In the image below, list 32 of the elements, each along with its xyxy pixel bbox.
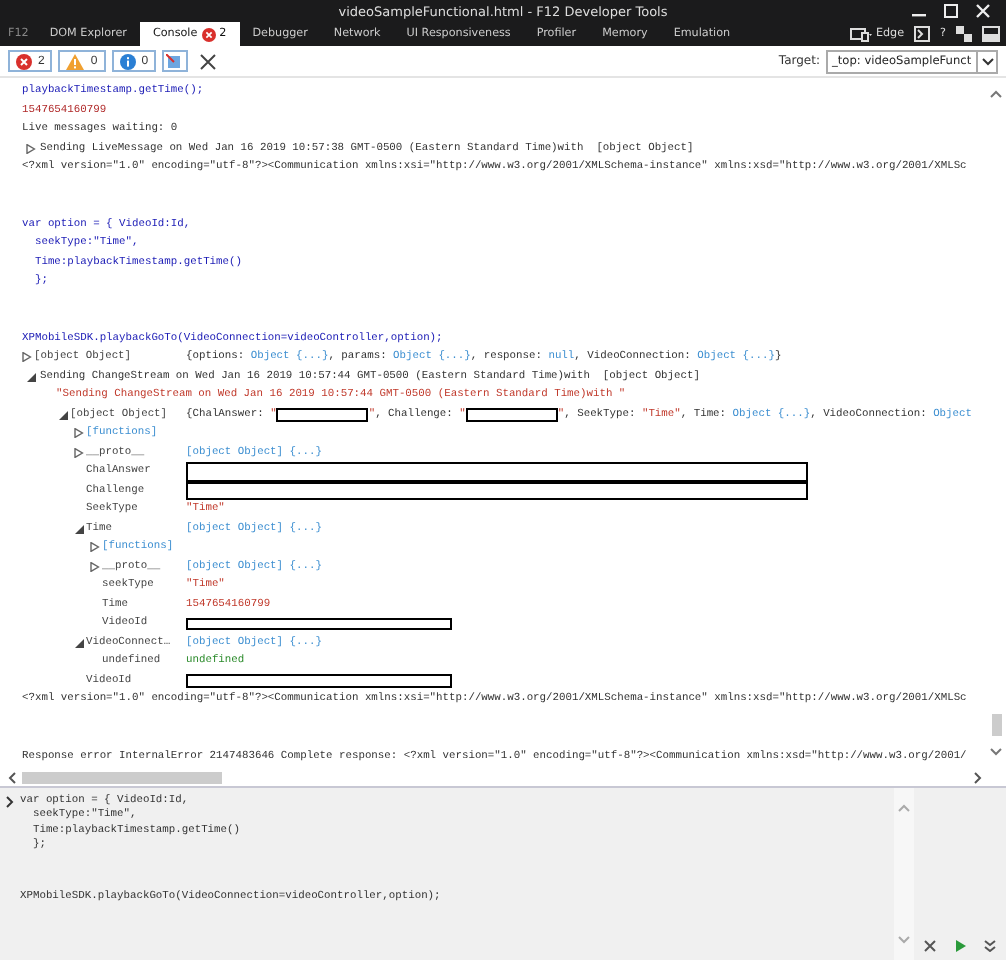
error-icon: [16, 53, 32, 69]
prompt-icon: [6, 796, 14, 808]
scroll-left-icon[interactable]: [8, 771, 16, 783]
expanded-arrow-icon[interactable]: [74, 523, 84, 534]
info-icon: [119, 53, 136, 69]
expanded-arrow-icon[interactable]: [26, 371, 36, 382]
collapsed-arrow-icon[interactable]: [26, 143, 36, 154]
scrollbar-thumb[interactable]: [991, 714, 1001, 736]
collapsed-arrow-icon[interactable]: [90, 561, 100, 572]
run-icon[interactable]: [953, 940, 966, 952]
scroll-right-icon[interactable]: [974, 771, 982, 783]
scrollbar-thumb[interactable]: [22, 771, 222, 783]
warning-icon: [66, 53, 85, 69]
clear-input-icon[interactable]: [923, 940, 936, 952]
collapsed-arrow-icon[interactable]: [74, 447, 84, 458]
console-icon[interactable]: [914, 26, 931, 42]
scroll-up-icon[interactable]: [990, 90, 1002, 98]
collapsed-arrow-icon[interactable]: [74, 428, 84, 439]
error-icon: [201, 27, 216, 41]
expanded-arrow-icon[interactable]: [74, 637, 84, 648]
maximize-icon[interactable]: [944, 4, 958, 18]
collapsed-arrow-icon[interactable]: [22, 352, 32, 363]
collapse-icon[interactable]: [984, 940, 997, 952]
scroll-down-icon[interactable]: [990, 748, 1002, 756]
dock-icon[interactable]: [982, 26, 1000, 42]
collapsed-arrow-icon[interactable]: [90, 542, 100, 553]
redaction-box: [465, 408, 558, 421]
message-toggle-button[interactable]: [162, 50, 189, 72]
redaction-box: [276, 408, 369, 421]
close-icon[interactable]: [976, 4, 990, 18]
expanded-arrow-icon[interactable]: [58, 409, 68, 420]
windows-icon[interactable]: [956, 26, 972, 42]
